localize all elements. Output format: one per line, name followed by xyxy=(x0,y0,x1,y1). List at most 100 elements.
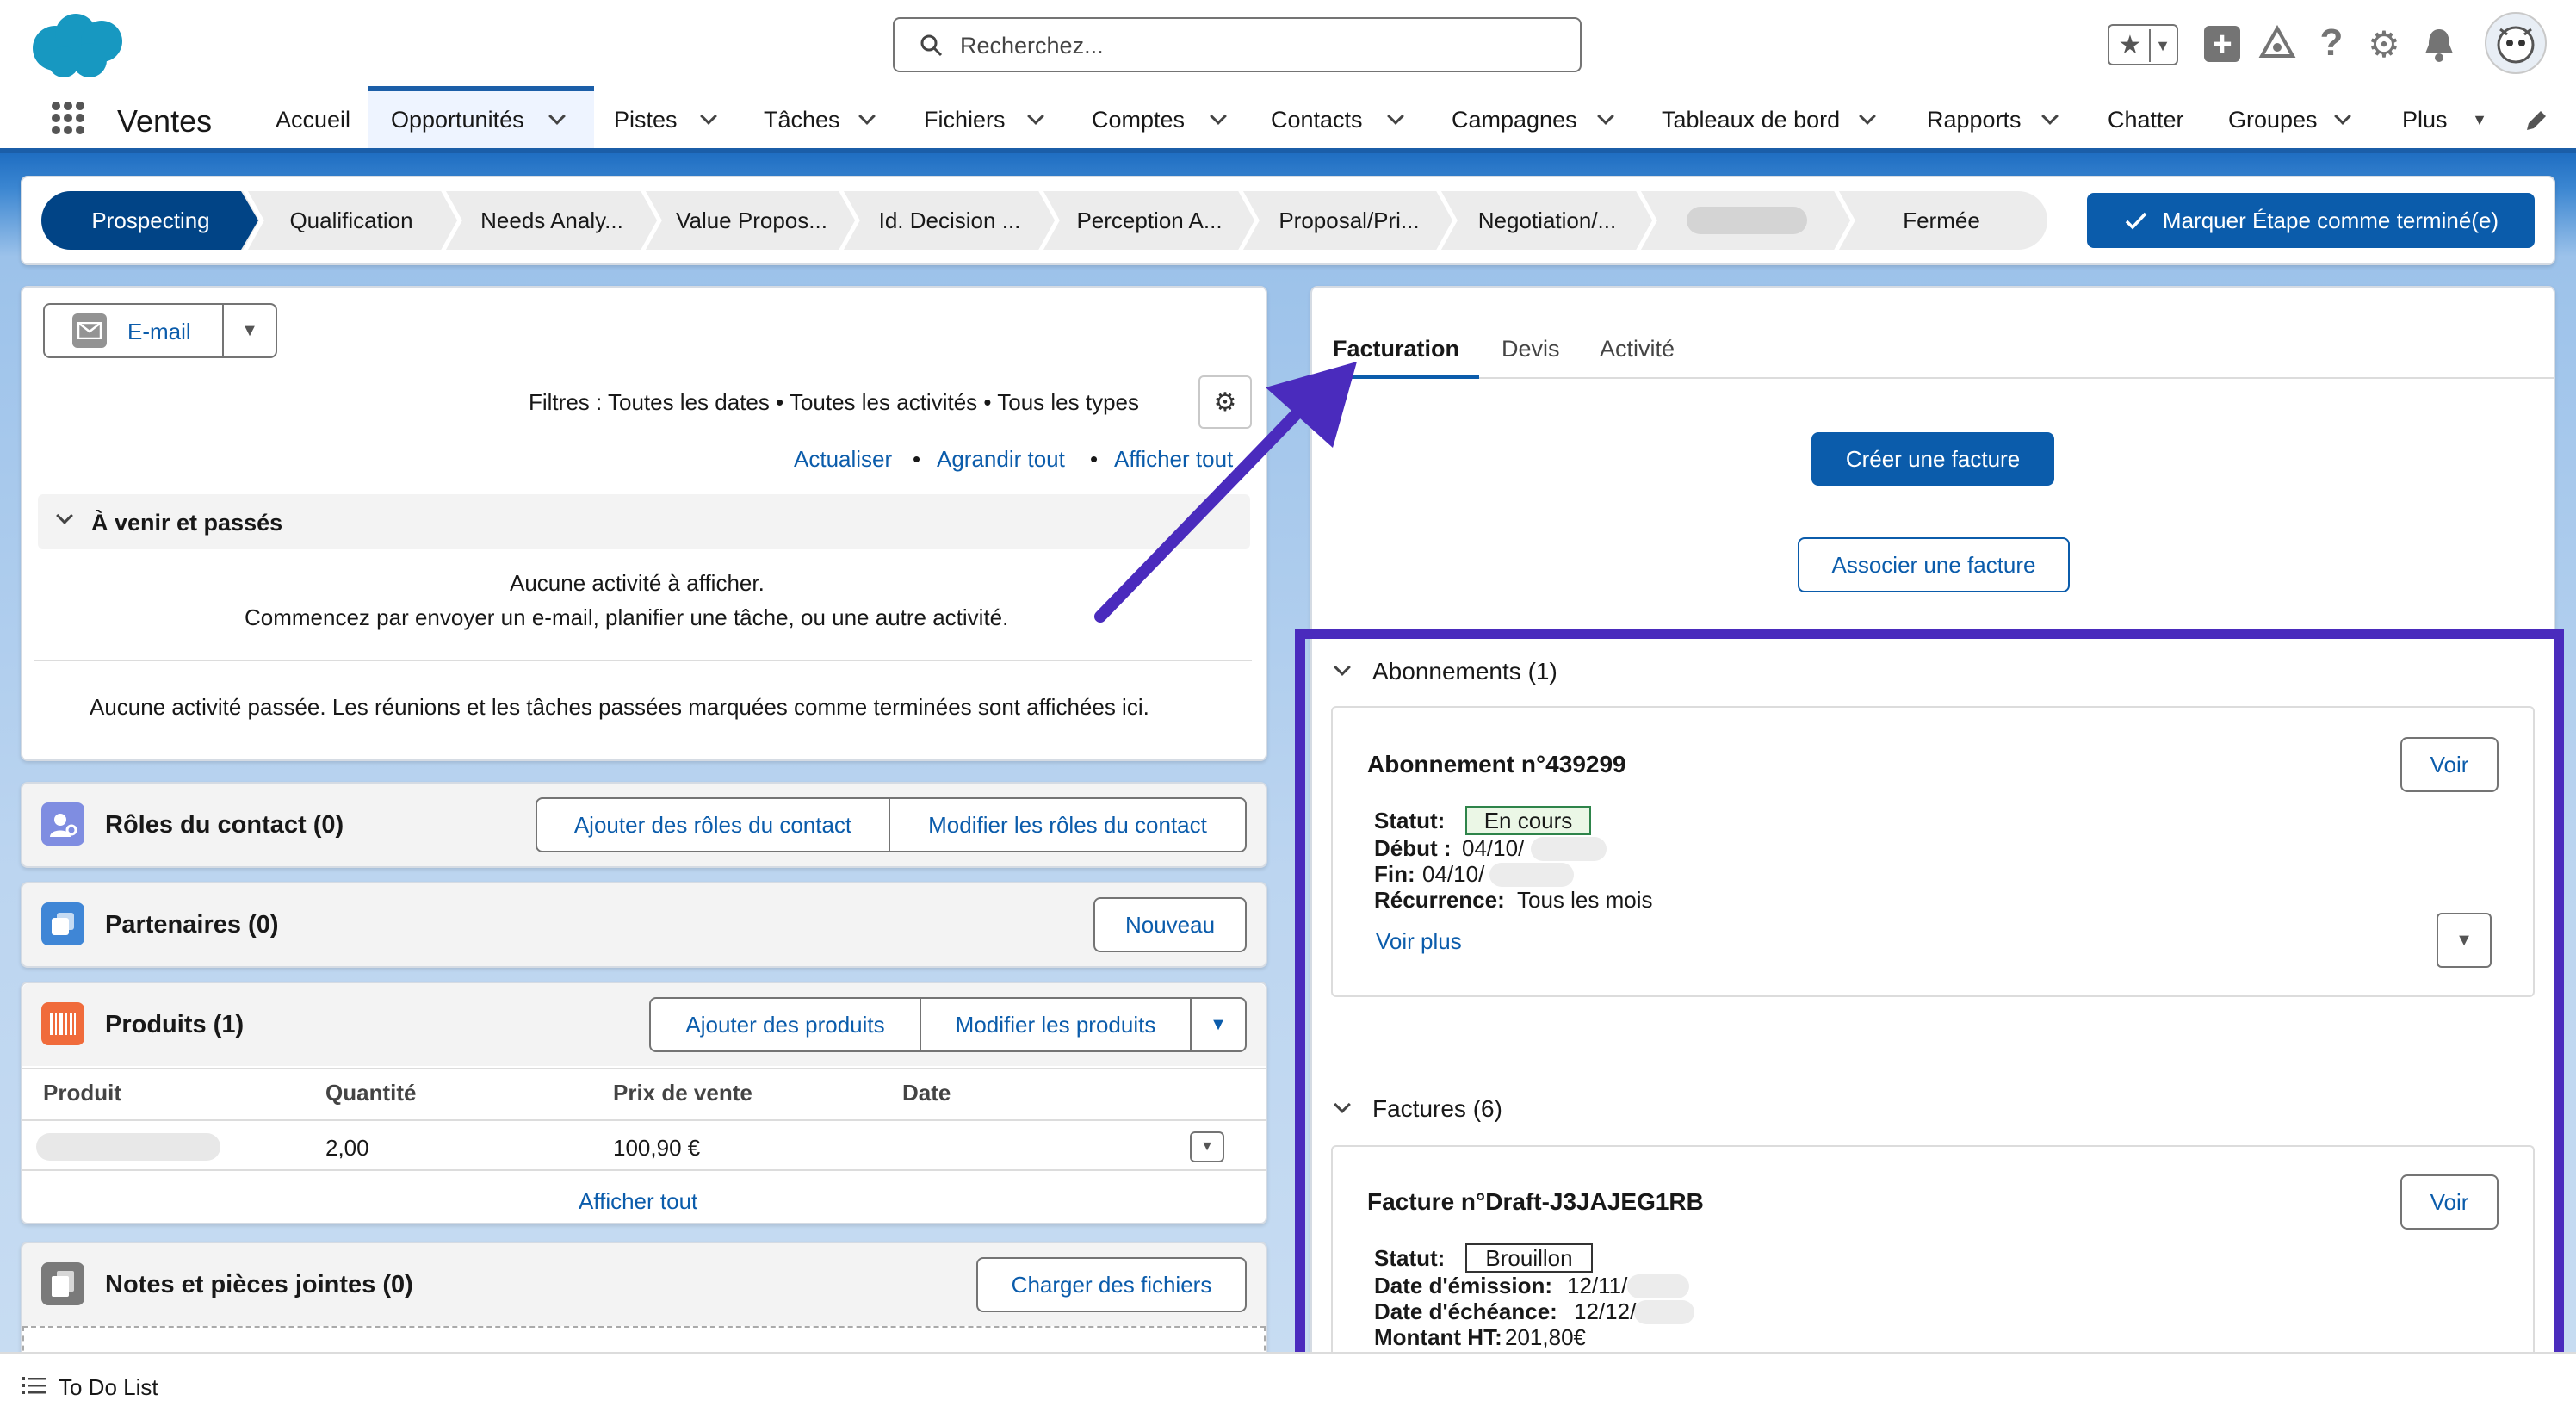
notification-bell-icon[interactable] xyxy=(2419,24,2459,64)
expand-all-link[interactable]: Agrandir tout xyxy=(937,446,1065,473)
add-products-button[interactable]: Ajouter des produits xyxy=(649,997,921,1052)
chevron-down-icon[interactable] xyxy=(1597,108,1614,125)
mark-stage-complete-button[interactable]: Marquer Étape comme terminé(e) xyxy=(2087,193,2535,248)
new-partner-button[interactable]: Nouveau xyxy=(1093,897,1247,952)
nav-item-tableaux-de-bord[interactable]: Tableaux de bord xyxy=(1651,86,1884,148)
nav-item-opportunites[interactable]: Opportunités xyxy=(368,86,594,148)
list-icon xyxy=(21,1373,46,1398)
search-icon xyxy=(919,33,944,59)
path-step-value-proposition[interactable]: Value Propos... xyxy=(659,191,844,250)
refresh-link[interactable]: Actualiser xyxy=(794,446,892,473)
add-icon[interactable]: + xyxy=(2204,25,2240,63)
chevron-down-icon: ▼ xyxy=(1210,1014,1227,1034)
nav-item-pistes[interactable]: Pistes xyxy=(603,86,732,148)
salesforce-logo[interactable] xyxy=(26,9,129,81)
edit-nav-icon[interactable] xyxy=(2519,103,2554,138)
path-step-prospecting[interactable]: Prospecting xyxy=(41,191,260,250)
past-activity-empty: Aucune activité passée. Les réunions et … xyxy=(90,694,1149,720)
path-step-redacted[interactable] xyxy=(1655,191,1839,250)
path-step-perception-analysis[interactable]: Perception A... xyxy=(1057,191,1242,250)
chevron-down-icon[interactable] xyxy=(858,108,876,125)
help-icon[interactable]: ? xyxy=(2314,22,2349,64)
create-invoice-button[interactable]: Créer une facture xyxy=(1811,432,2054,486)
divider xyxy=(34,660,1252,661)
chevron-down-icon[interactable] xyxy=(1027,108,1044,125)
column-header-product[interactable]: Produit xyxy=(43,1080,121,1106)
nav-item-fichiers[interactable]: Fichiers xyxy=(913,86,1059,148)
nav-item-groupes[interactable]: Groupes xyxy=(2216,86,2371,148)
path-step-qualification[interactable]: Qualification xyxy=(258,191,444,250)
check-icon xyxy=(2123,208,2149,233)
edit-contact-roles-button[interactable]: Modifier les rôles du contact xyxy=(889,797,1247,852)
app-name: Ventes xyxy=(117,103,213,139)
contact-roles-icon xyxy=(41,802,84,846)
products-icon xyxy=(41,1002,84,1045)
nav-item-campagnes[interactable]: Campagnes xyxy=(1440,86,1629,148)
redacted-product-name[interactable] xyxy=(36,1133,220,1161)
redacted-step-label xyxy=(1687,207,1807,234)
row-actions-chevron-icon[interactable]: ▼ xyxy=(1190,1131,1224,1162)
nav-item-comptes[interactable]: Comptes xyxy=(1081,86,1236,148)
partners-title: Partenaires (0) xyxy=(105,911,279,939)
path-step-closed[interactable]: Fermée xyxy=(1853,191,2030,250)
nav-item-taches[interactable]: Tâches xyxy=(752,86,890,148)
column-header-price[interactable]: Prix de vente xyxy=(613,1080,752,1106)
chevron-down-icon[interactable] xyxy=(548,108,566,125)
products-title: Produits (1) xyxy=(105,1011,245,1038)
favorites-button[interactable]: ★ ▼ xyxy=(2108,24,2178,65)
link-invoice-button[interactable]: Associer une facture xyxy=(1798,537,2070,592)
upload-files-button[interactable]: Charger des fichiers xyxy=(976,1257,1247,1312)
path-step-proposal-price[interactable]: Proposal/Pri... xyxy=(1257,191,1441,250)
tab-devis[interactable]: Devis xyxy=(1498,331,1576,379)
partners-icon xyxy=(41,902,84,945)
search-placeholder: Recherchez... xyxy=(960,33,1104,59)
products-show-all-link[interactable]: Afficher tout xyxy=(579,1188,697,1215)
app-launcher-icon[interactable] xyxy=(48,98,88,138)
nav-item-contacts[interactable]: Contacts xyxy=(1260,86,1415,148)
chevron-down-icon[interactable] xyxy=(1210,108,1227,125)
utility-bar xyxy=(0,1352,2576,1419)
contact-roles-title: Rôles du contact (0) xyxy=(105,811,344,839)
chevron-down-icon[interactable] xyxy=(1387,108,1404,125)
activity-filters: Filtres : Toutes les dates • Toutes les … xyxy=(529,389,1139,415)
notes-title: Notes et pièces jointes (0) xyxy=(105,1271,413,1298)
edit-products-button[interactable]: Modifier les produits xyxy=(920,997,1192,1052)
email-menu-chevron-icon[interactable]: ▼ xyxy=(222,305,276,356)
separator-dot: • xyxy=(913,446,921,472)
chevron-down-icon[interactable] xyxy=(700,108,717,125)
todo-list-item[interactable]: To Do List xyxy=(15,1366,188,1407)
tab-activite[interactable]: Activité xyxy=(1596,331,1700,379)
gear-icon[interactable]: ⚙ xyxy=(2364,24,2404,65)
annotation-highlight-box xyxy=(1295,629,2564,1374)
avatar[interactable] xyxy=(2485,12,2547,74)
annotation-arrow xyxy=(1094,362,1357,623)
nav-item-accueil[interactable]: Accueil xyxy=(258,86,362,148)
products-menu-button[interactable]: ▼ xyxy=(1190,997,1247,1052)
nav-item-rapports[interactable]: Rapports xyxy=(1913,86,2068,148)
notes-icon xyxy=(41,1262,84,1305)
path-step-id-decision[interactable]: Id. Decision ... xyxy=(858,191,1042,250)
chevron-down-icon xyxy=(56,507,73,524)
path-step-negotiation[interactable]: Negotiation/... xyxy=(1455,191,1639,250)
trailhead-icon[interactable] xyxy=(2257,24,2297,64)
product-price: 100,90 € xyxy=(613,1135,701,1161)
chevron-down-icon: ▼ xyxy=(2149,29,2175,62)
chevron-down-icon: ▼ xyxy=(2472,110,2487,128)
star-icon: ★ xyxy=(2118,30,2142,59)
empty-activity-line-2: Commencez par envoyer un e-mail, planifi… xyxy=(245,604,1009,630)
column-header-date[interactable]: Date xyxy=(902,1080,951,1106)
chevron-down-icon[interactable] xyxy=(2041,108,2059,125)
email-button[interactable]: E-mail xyxy=(45,305,222,356)
email-icon xyxy=(72,313,107,348)
nav-item-chatter[interactable]: Chatter xyxy=(2092,86,2199,148)
add-contact-roles-button[interactable]: Ajouter des rôles du contact xyxy=(536,797,890,852)
chevron-down-icon[interactable] xyxy=(1859,108,1876,125)
empty-activity-line-1: Aucune activité à afficher. xyxy=(510,570,765,596)
upcoming-past-section-header[interactable]: À venir et passés xyxy=(38,494,1250,549)
nav-item-plus[interactable]: Plus ▼ xyxy=(2387,86,2490,148)
chevron-down-icon[interactable] xyxy=(2334,108,2351,125)
product-quantity: 2,00 xyxy=(325,1135,369,1161)
column-header-quantity[interactable]: Quantité xyxy=(325,1080,416,1106)
path-step-needs-analysis[interactable]: Needs Analy... xyxy=(460,191,644,250)
search-input[interactable]: Recherchez... xyxy=(893,17,1582,72)
